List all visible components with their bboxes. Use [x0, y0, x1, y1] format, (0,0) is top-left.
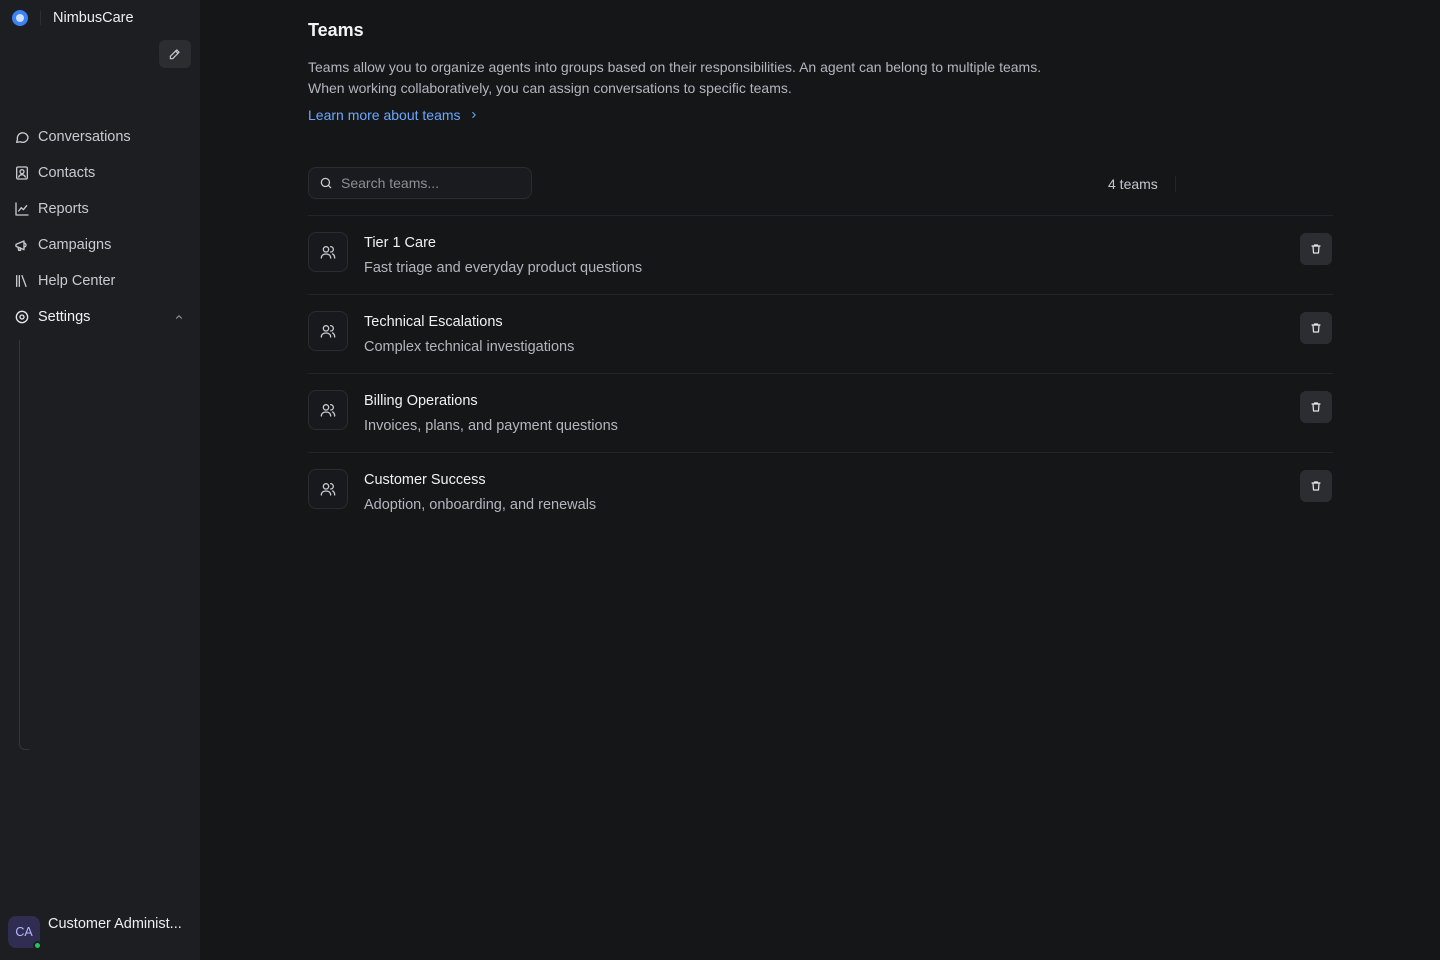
trash-icon [1311, 481, 1321, 491]
trash-icon [1311, 402, 1321, 412]
sidebar-item-label: Reports [38, 201, 89, 217]
delete-team-button[interactable] [1300, 470, 1332, 502]
team-list: Tier 1 Care Fast triage and everyday pro… [308, 215, 1333, 532]
team-description: Invoices, plans, and payment questions [364, 418, 618, 434]
compose-button[interactable] [159, 40, 191, 68]
description-line: When working collaboratively, you can as… [308, 80, 792, 96]
delete-team-button[interactable] [1300, 233, 1332, 265]
team-row[interactable]: Technical Escalations Complex technical … [308, 295, 1333, 374]
chevron-right-icon [471, 111, 476, 119]
line-chart-icon [14, 201, 30, 217]
sidebar-item-contacts[interactable]: Contacts [0, 155, 200, 191]
sidebar-item-help-center[interactable]: Help Center [0, 263, 200, 299]
description-line: Teams allow you to organize agents into … [308, 59, 1042, 75]
team-row[interactable]: Tier 1 Care Fast triage and everyday pro… [308, 216, 1333, 295]
team-description: Fast triage and everyday product questio… [364, 260, 643, 276]
users-icon [308, 469, 348, 509]
users-icon [308, 390, 348, 430]
search-box[interactable] [308, 167, 532, 199]
brand[interactable]: NimbusCare [12, 9, 134, 27]
team-row[interactable]: Billing Operations Invoices, plans, and … [308, 374, 1333, 453]
gear-icon [14, 309, 30, 325]
user-profile[interactable]: CA Customer Administ... [8, 916, 182, 950]
sidebar-item-settings[interactable]: Settings [0, 299, 200, 335]
team-description: Complex technical investigations [364, 339, 575, 355]
team-count: 4 teams [1108, 176, 1158, 192]
megaphone-icon [14, 237, 30, 253]
avatar: CA [8, 916, 42, 950]
count-divider [1175, 176, 1176, 192]
chat-bubble-icon [14, 129, 30, 145]
sidebar-item-label: Settings [38, 309, 91, 325]
learn-more-label: Learn more about teams [308, 107, 461, 123]
sidebar-item-conversations[interactable]: Conversations [0, 119, 200, 155]
team-name: Billing Operations [364, 393, 478, 409]
chevron-up-icon[interactable] [174, 312, 184, 322]
delete-team-button[interactable] [1300, 312, 1332, 344]
brand-name: NimbusCare [53, 10, 134, 26]
sidebar-nav: Conversations Contacts Reports Campaigns… [0, 119, 200, 335]
sidebar-item-campaigns[interactable]: Campaigns [0, 227, 200, 263]
sidebar: NimbusCare Conversations Contacts Report… [0, 0, 200, 960]
trash-icon [1311, 323, 1321, 333]
contact-card-icon [14, 165, 30, 181]
sidebar-item-label: Campaigns [38, 237, 112, 253]
pencil-icon [169, 49, 180, 60]
search-input[interactable] [341, 175, 521, 191]
learn-more-link[interactable]: Learn more about teams [308, 107, 479, 123]
users-icon [308, 232, 348, 272]
users-icon [308, 311, 348, 351]
team-name: Technical Escalations [364, 314, 503, 330]
sidebar-item-reports[interactable]: Reports [0, 191, 200, 227]
page-description: Teams allow you to organize agents into … [308, 57, 1108, 99]
search-icon [320, 177, 332, 189]
main-content: Teams Teams allow you to organize agents… [200, 0, 1440, 960]
online-status-dot [33, 941, 42, 950]
sidebar-item-label: Help Center [38, 273, 116, 289]
delete-team-button[interactable] [1300, 391, 1332, 423]
team-name: Tier 1 Care [364, 235, 436, 251]
trash-icon [1311, 244, 1321, 254]
team-row[interactable]: Customer Success Adoption, onboarding, a… [308, 453, 1333, 532]
sidebar-item-label: Conversations [38, 129, 131, 145]
settings-submenu-line [19, 340, 29, 750]
brand-logo-icon [12, 10, 28, 26]
team-description: Adoption, onboarding, and renewals [364, 497, 597, 513]
team-name: Customer Success [364, 472, 486, 488]
page-title: Teams [308, 20, 364, 40]
sidebar-item-label: Contacts [38, 165, 96, 181]
user-name: Customer Administ... [48, 916, 182, 932]
avatar-initials: CA [15, 925, 33, 939]
brand-divider [40, 11, 41, 25]
library-icon [14, 273, 30, 289]
